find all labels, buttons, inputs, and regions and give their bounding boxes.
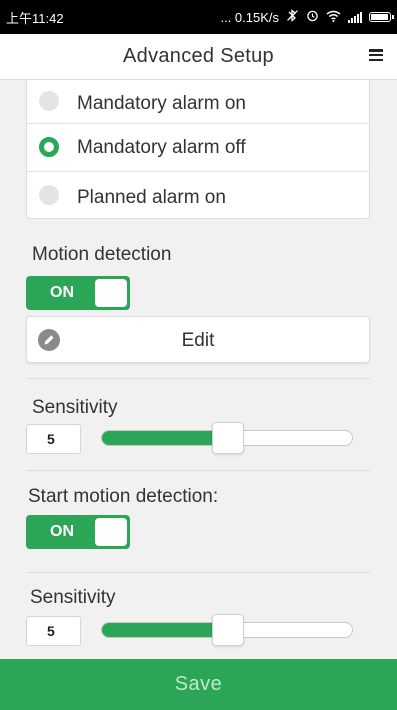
section-divider bbox=[26, 470, 370, 471]
radio-option-mandatory-alarm-off[interactable]: Mandatory alarm off bbox=[27, 130, 369, 164]
slider-handle[interactable] bbox=[212, 422, 244, 454]
sensitivity-value-field[interactable]: 5 bbox=[26, 616, 81, 646]
toggle-knob bbox=[95, 279, 127, 307]
radio-option-planned-alarm-on[interactable]: Planned alarm on bbox=[27, 178, 369, 212]
save-button[interactable]: Save bbox=[0, 659, 397, 710]
alarm-clock-icon bbox=[306, 9, 319, 25]
page-title: Advanced Setup bbox=[123, 45, 274, 67]
alarm-mode-radio-group: Mandatory alarm on Mandatory alarm off P… bbox=[26, 80, 370, 219]
app-header: Advanced Setup bbox=[0, 34, 397, 80]
sensitivity-slider[interactable] bbox=[101, 614, 353, 646]
radio-button-icon[interactable] bbox=[39, 91, 59, 111]
toggle-on-text: ON bbox=[50, 523, 74, 540]
sensitivity-label: Sensitivity bbox=[30, 587, 116, 608]
radio-divider bbox=[27, 171, 369, 172]
sensitivity-slider[interactable] bbox=[101, 422, 353, 454]
slider-fill bbox=[102, 431, 212, 445]
section-divider bbox=[26, 572, 370, 573]
battery-icon bbox=[369, 12, 394, 22]
status-time: 上午11:42 bbox=[6, 10, 64, 26]
start-motion-detection-toggle[interactable]: ON bbox=[26, 515, 130, 549]
sensitivity-value-field[interactable]: 5 bbox=[26, 424, 81, 454]
network-speed: ... 0.15K/s bbox=[220, 9, 279, 25]
motion-detection-toggle[interactable]: ON bbox=[26, 276, 130, 310]
radio-label: Mandatory alarm off bbox=[77, 137, 246, 158]
radio-label: Mandatory alarm on bbox=[77, 93, 246, 114]
motion-detection-label: Motion detection bbox=[32, 244, 172, 265]
radio-divider bbox=[27, 123, 369, 124]
radio-option-mandatory-alarm-on[interactable]: Mandatory alarm on bbox=[27, 87, 369, 121]
wifi-icon bbox=[326, 10, 341, 25]
start-motion-detection-label: Start motion detection: bbox=[28, 486, 219, 507]
hamburger-menu-icon[interactable] bbox=[369, 49, 383, 61]
sensitivity-label: Sensitivity bbox=[32, 397, 118, 418]
toggle-on-text: ON bbox=[50, 284, 74, 301]
edit-button-label: Edit bbox=[181, 330, 215, 351]
radio-button-icon[interactable] bbox=[39, 185, 59, 205]
slider-handle[interactable] bbox=[212, 614, 244, 646]
toggle-knob bbox=[95, 518, 127, 546]
slider-fill bbox=[102, 623, 212, 637]
radio-button-checked-icon[interactable] bbox=[39, 137, 59, 157]
radio-label: Planned alarm on bbox=[77, 187, 226, 208]
status-bar: 上午11:42 ... 0.15K/s bbox=[0, 0, 397, 34]
bluetooth-off-icon bbox=[286, 9, 299, 25]
section-divider bbox=[26, 378, 370, 379]
cell-signal-icon bbox=[348, 11, 362, 23]
status-icons: ... 0.15K/s bbox=[220, 9, 394, 25]
edit-button[interactable]: Edit bbox=[26, 316, 370, 363]
